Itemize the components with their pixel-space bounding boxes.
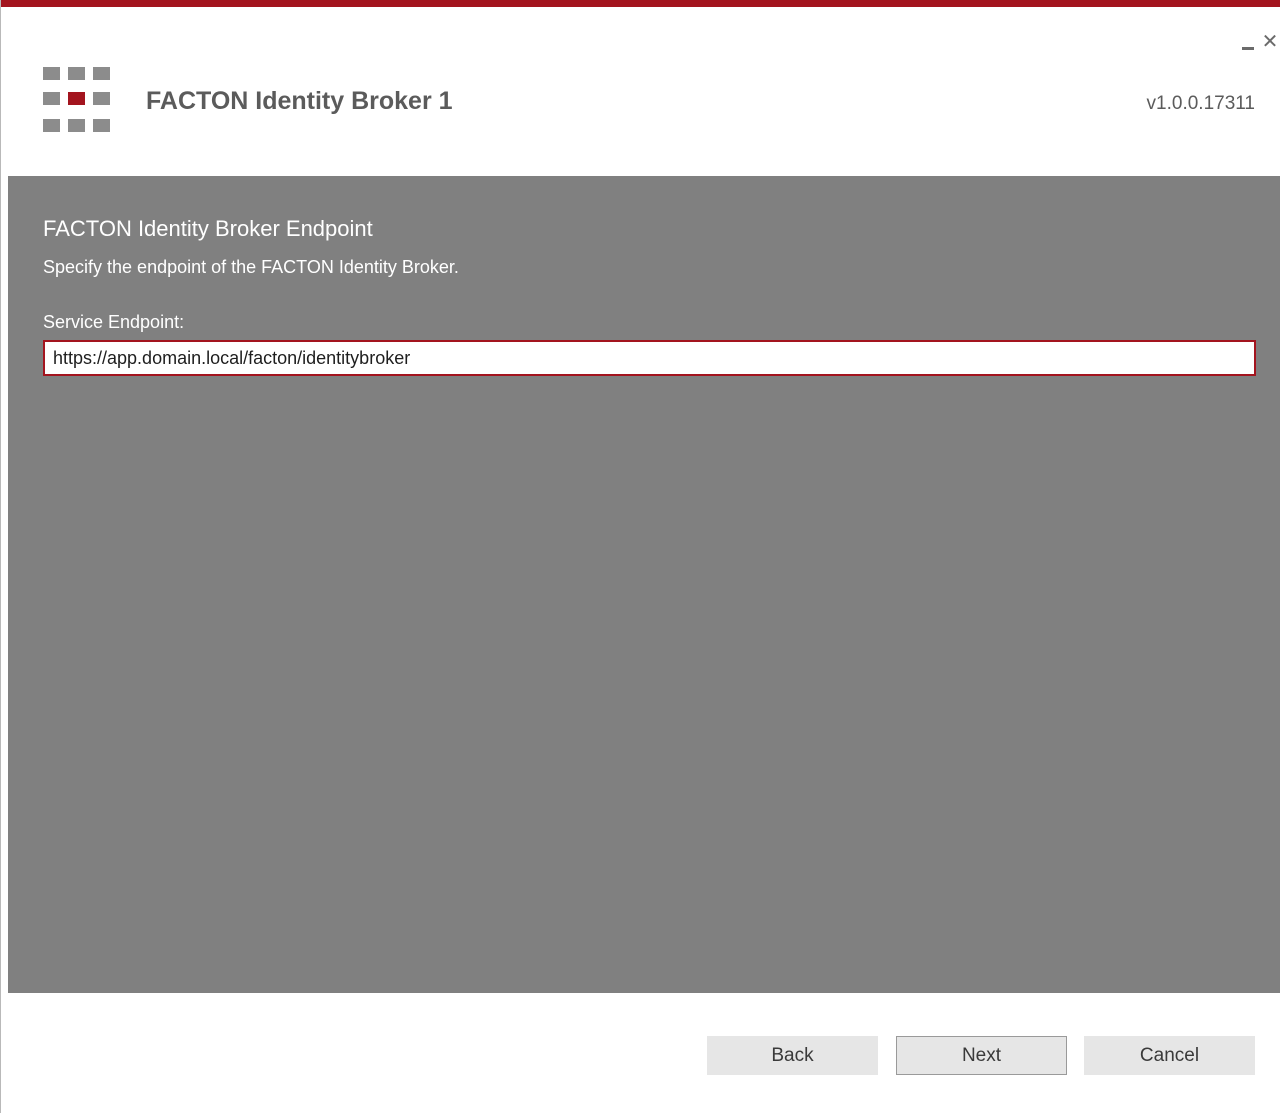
- section-description: Specify the endpoint of the FACTON Ident…: [43, 257, 459, 277]
- version-label: v1.0.0.17311: [1146, 93, 1255, 114]
- header: ✕ FACTON Identity Broker 1 v1.0.0.17311: [1, 7, 1280, 176]
- accent-bar: [1, 0, 1280, 7]
- next-button[interactable]: Next: [896, 1036, 1067, 1075]
- service-endpoint-label: Service Endpoint:: [43, 312, 185, 332]
- cancel-button[interactable]: Cancel: [1084, 1036, 1255, 1075]
- window-controls: ✕: [1237, 29, 1280, 53]
- logo-square: [43, 119, 60, 132]
- close-icon: ✕: [1261, 29, 1279, 53]
- minimize-icon: [1242, 46, 1254, 50]
- content-panel: FACTON Identity Broker Endpoint Specify …: [8, 176, 1280, 993]
- back-button[interactable]: Back: [707, 1036, 878, 1075]
- logo-square: [43, 92, 60, 105]
- logo-square: [93, 67, 110, 80]
- logo-square: [68, 119, 85, 132]
- logo-square-accent: [68, 92, 85, 105]
- logo-square: [93, 119, 110, 132]
- minimize-button[interactable]: [1237, 29, 1259, 53]
- installer-window: ✕ FACTON Identity Broker 1 v1.0.0.17311 …: [0, 0, 1280, 1113]
- footer: Back Next Cancel: [1, 993, 1280, 1113]
- logo-square: [43, 67, 60, 80]
- facton-logo-icon: [43, 67, 113, 135]
- service-endpoint-input[interactable]: [43, 340, 1256, 376]
- logo-square: [68, 67, 85, 80]
- close-button[interactable]: ✕: [1259, 29, 1280, 53]
- app-title: FACTON Identity Broker 1: [146, 87, 453, 115]
- logo-square: [93, 92, 110, 105]
- section-title: FACTON Identity Broker Endpoint: [43, 216, 373, 241]
